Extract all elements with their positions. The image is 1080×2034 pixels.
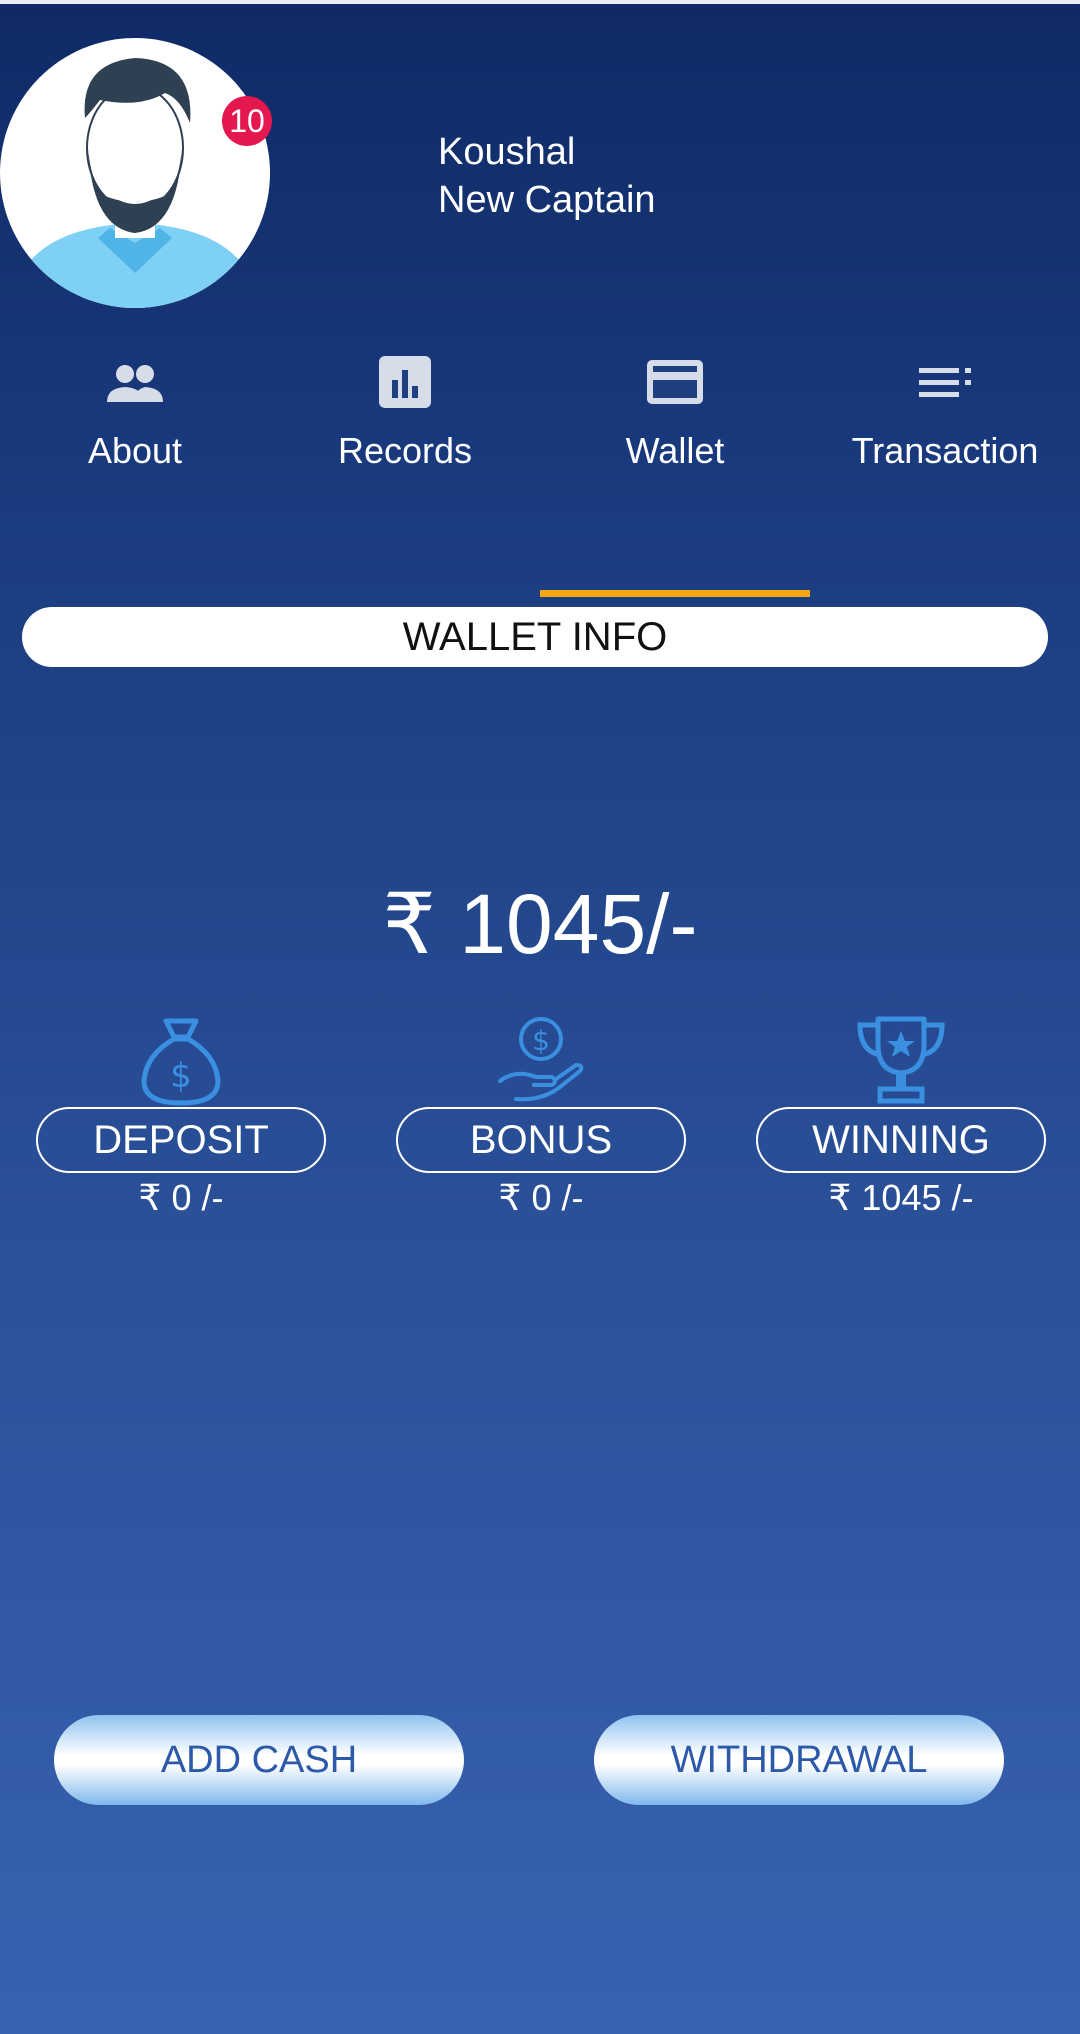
tab-about[interactable]: About bbox=[0, 340, 270, 480]
winning-stat: WINNING ₹ 1045 /- bbox=[756, 1015, 1046, 1230]
svg-text:$: $ bbox=[532, 1024, 550, 1057]
people-icon bbox=[107, 365, 163, 402]
tab-wallet[interactable]: Wallet bbox=[540, 340, 810, 480]
deposit-label: DEPOSIT bbox=[36, 1107, 326, 1173]
tab-label: Transaction bbox=[851, 430, 1039, 471]
profile-rank: New Captain bbox=[438, 179, 656, 221]
tab-label: Records bbox=[337, 430, 473, 471]
profile-name: Koushal bbox=[438, 131, 576, 173]
coin-hand-icon: $ bbox=[498, 1017, 584, 1102]
bonus-value: ₹ 0 /- bbox=[498, 1177, 584, 1218]
svg-text:$: $ bbox=[170, 1056, 192, 1096]
notification-badge: 10 bbox=[222, 96, 272, 146]
wallet-info-header: WALLET INFO bbox=[22, 607, 1048, 667]
bonus-stat: $ BONUS ₹ 0 /- bbox=[396, 1015, 686, 1230]
avatar bbox=[0, 38, 270, 308]
wallet-total-balance: ₹ 1045/- bbox=[382, 877, 698, 971]
withdrawal-button[interactable]: WITHDRAWAL bbox=[594, 1715, 1004, 1805]
tab-label: Wallet bbox=[625, 430, 725, 471]
bonus-label: BONUS bbox=[396, 1107, 686, 1173]
deposit-stat: $ DEPOSIT ₹ 0 /- bbox=[36, 1015, 326, 1230]
bar-chart-icon bbox=[379, 356, 431, 408]
credit-card-icon bbox=[647, 360, 703, 404]
trophy-icon bbox=[857, 1016, 945, 1104]
profile-avatar[interactable]: 10 bbox=[0, 38, 272, 308]
tab-records[interactable]: Records bbox=[270, 340, 540, 480]
money-bag-icon: $ bbox=[141, 1018, 221, 1106]
user-avatar-icon bbox=[10, 58, 260, 308]
top-divider bbox=[0, 0, 1080, 4]
winning-label: WINNING bbox=[756, 1107, 1046, 1173]
tab-bar: About Records Wallet Transaction bbox=[0, 340, 1080, 600]
add-cash-button[interactable]: ADD CASH bbox=[54, 1715, 464, 1805]
winning-value: ₹ 1045 /- bbox=[828, 1177, 974, 1218]
tab-transaction[interactable]: Transaction bbox=[810, 340, 1080, 480]
tab-label: About bbox=[87, 430, 183, 471]
list-icon bbox=[919, 368, 971, 397]
deposit-value: ₹ 0 /- bbox=[138, 1177, 224, 1218]
active-tab-indicator bbox=[540, 590, 810, 597]
